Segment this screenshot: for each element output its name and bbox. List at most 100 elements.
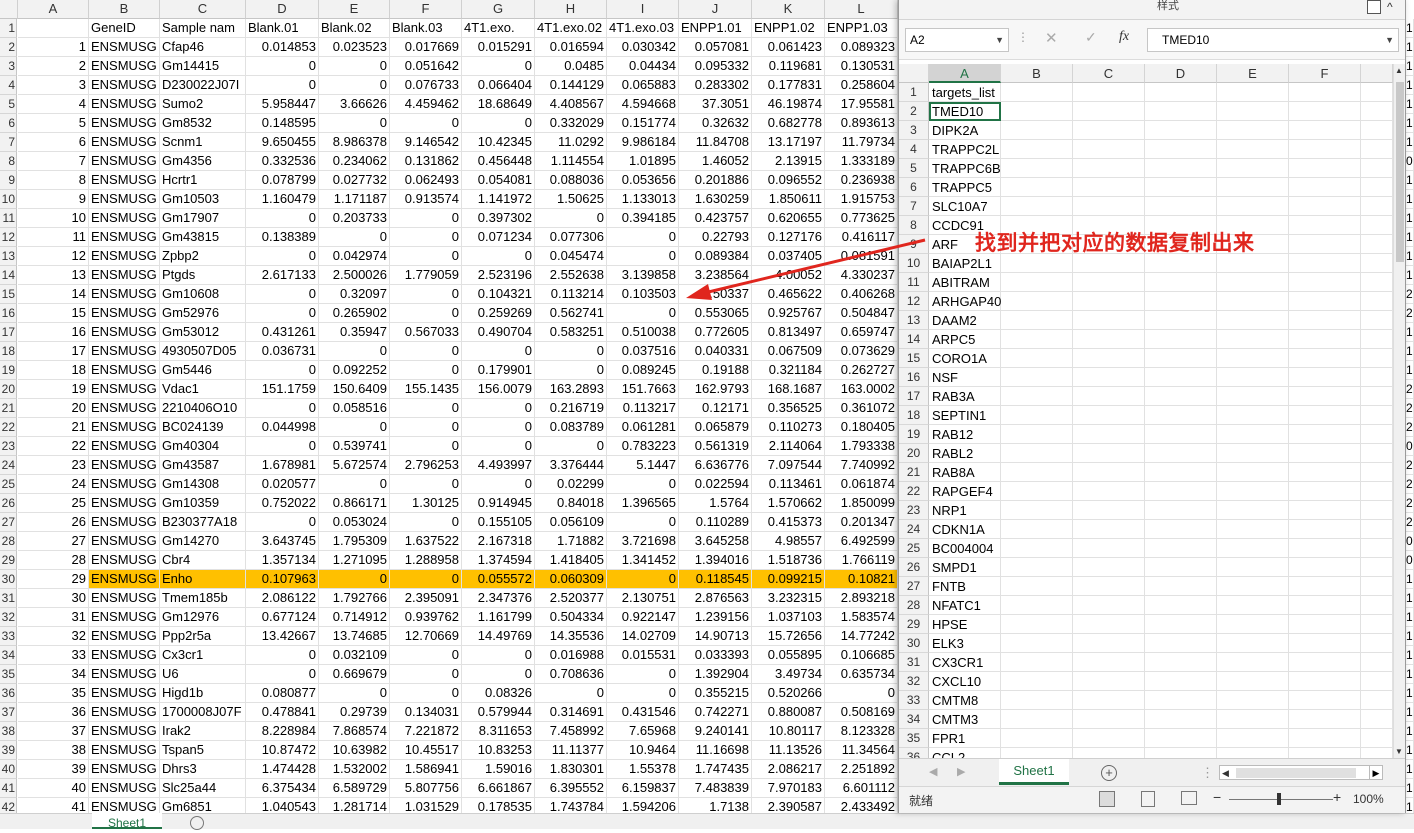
table-cell[interactable]: 37.3051 xyxy=(679,95,752,114)
table-cell[interactable]: 1.394016 xyxy=(679,551,752,570)
empty-cell[interactable] xyxy=(1361,520,1393,539)
table-cell[interactable]: 1.532002 xyxy=(319,760,390,779)
table-cell[interactable]: 0.416117 xyxy=(825,228,898,247)
table-cell[interactable]: 3.49734 xyxy=(752,665,825,684)
empty-cell[interactable] xyxy=(1289,463,1361,482)
empty-cell[interactable] xyxy=(1001,520,1073,539)
table-cell[interactable]: 11.16698 xyxy=(679,741,752,760)
table-cell[interactable]: 10 xyxy=(18,209,89,228)
empty-cell[interactable] xyxy=(1001,748,1073,758)
table-cell[interactable]: 0.056109 xyxy=(535,513,607,532)
row-header[interactable]: 11 xyxy=(0,209,17,228)
column-header-f[interactable]: F xyxy=(390,0,462,19)
table-cell[interactable]: 16 xyxy=(18,323,89,342)
column-header-h[interactable]: H xyxy=(535,0,607,19)
table-cell[interactable]: Gm8532 xyxy=(160,114,246,133)
empty-cell[interactable] xyxy=(1361,311,1393,330)
table-cell[interactable]: 22 xyxy=(18,437,89,456)
table-cell[interactable]: 10.83253 xyxy=(462,741,535,760)
table-cell[interactable]: Hcrtr1 xyxy=(160,171,246,190)
table-cell[interactable]: 1.160479 xyxy=(246,190,319,209)
empty-cell[interactable] xyxy=(1289,691,1361,710)
partial-column-m-cell[interactable]: 2 xyxy=(1406,513,1414,532)
empty-cell[interactable] xyxy=(1145,159,1217,178)
empty-cell[interactable] xyxy=(1217,330,1289,349)
table-cell[interactable]: 0 xyxy=(462,114,535,133)
table-cell[interactable]: 0.106685 xyxy=(825,646,898,665)
table-cell[interactable]: 0.015531 xyxy=(607,646,679,665)
table-cell[interactable]: Ptgds xyxy=(160,266,246,285)
table-cell[interactable]: 1.037103 xyxy=(752,608,825,627)
table-cell[interactable]: 0.073629 xyxy=(825,342,898,361)
table-cell[interactable]: 0.583251 xyxy=(535,323,607,342)
partial-column-m-cell[interactable]: 1 xyxy=(1406,361,1414,380)
partial-column-m-cell[interactable]: 1 xyxy=(1406,741,1414,760)
table-cell[interactable]: 1.678981 xyxy=(246,456,319,475)
table-cell[interactable]: 0.081591 xyxy=(825,247,898,266)
row-header[interactable]: 27 xyxy=(899,577,929,596)
empty-cell[interactable] xyxy=(1001,178,1073,197)
table-cell[interactable]: 0 xyxy=(319,684,390,703)
empty-cell[interactable] xyxy=(1073,406,1145,425)
table-cell[interactable]: 0 xyxy=(607,228,679,247)
table-cell[interactable]: 15 xyxy=(18,304,89,323)
row-header[interactable]: 6 xyxy=(0,114,17,133)
table-cell[interactable]: 9.240141 xyxy=(679,722,752,741)
table-cell[interactable]: 0.925767 xyxy=(752,304,825,323)
row-header[interactable]: 15 xyxy=(0,285,17,304)
table-cell[interactable]: 0.089323 xyxy=(825,38,898,57)
empty-cell[interactable] xyxy=(1073,615,1145,634)
empty-cell[interactable] xyxy=(1361,463,1393,482)
empty-cell[interactable] xyxy=(1145,482,1217,501)
table-cell[interactable]: 2.086122 xyxy=(246,589,319,608)
row-header[interactable]: 16 xyxy=(899,368,929,387)
empty-cell[interactable] xyxy=(1217,615,1289,634)
table-cell[interactable]: 0.19188 xyxy=(679,361,752,380)
empty-cell[interactable] xyxy=(1145,102,1217,121)
empty-cell[interactable] xyxy=(1289,615,1361,634)
table-cell[interactable]: Gm12976 xyxy=(160,608,246,627)
table-cell[interactable]: 0.423757 xyxy=(679,209,752,228)
table-cell[interactable]: 0.119681 xyxy=(752,57,825,76)
empty-cell[interactable] xyxy=(1073,444,1145,463)
table-cell[interactable]: 0.394185 xyxy=(607,209,679,228)
ribbon-checkbox[interactable] xyxy=(1367,0,1381,14)
table-cell[interactable]: 151.7663 xyxy=(607,380,679,399)
table-cell[interactable]: 0 xyxy=(319,76,390,95)
empty-cell[interactable] xyxy=(1145,349,1217,368)
table-cell[interactable]: 0.015291 xyxy=(462,38,535,57)
table-cell[interactable]: 0 xyxy=(246,76,319,95)
empty-cell[interactable] xyxy=(1001,672,1073,691)
hscroll-thumb[interactable] xyxy=(1236,768,1356,778)
target-gene-cell[interactable]: RAPGEF4 xyxy=(929,482,1001,501)
table-cell[interactable]: ENSMUSG xyxy=(89,551,160,570)
table-cell[interactable]: 0.037405 xyxy=(752,247,825,266)
table-cell[interactable]: 1.392904 xyxy=(679,665,752,684)
table-cell[interactable]: 1.779059 xyxy=(390,266,462,285)
table-cell[interactable]: 0.042974 xyxy=(319,247,390,266)
table-cell[interactable]: 0 xyxy=(535,361,607,380)
table-cell[interactable]: Gm43587 xyxy=(160,456,246,475)
row-header[interactable]: 29 xyxy=(0,551,17,570)
row-header[interactable]: 6 xyxy=(899,178,929,197)
table-cell[interactable]: ENSMUSG xyxy=(89,779,160,798)
empty-cell[interactable] xyxy=(1145,577,1217,596)
empty-cell[interactable] xyxy=(1289,235,1361,254)
table-cell[interactable]: 18 xyxy=(18,361,89,380)
table-cell[interactable]: 10.45517 xyxy=(390,741,462,760)
empty-cell[interactable] xyxy=(1073,368,1145,387)
table-cell[interactable]: 0.099215 xyxy=(752,570,825,589)
empty-cell[interactable] xyxy=(1073,121,1145,140)
empty-cell[interactable] xyxy=(1361,634,1393,653)
table-cell[interactable]: 0.10821 xyxy=(825,570,898,589)
table-cell[interactable]: 0.262727 xyxy=(825,361,898,380)
empty-cell[interactable] xyxy=(1361,121,1393,140)
partial-column-m-cell[interactable]: 2 xyxy=(1406,380,1414,399)
table-cell[interactable]: 1.474428 xyxy=(246,760,319,779)
table-cell[interactable]: 4.408567 xyxy=(535,95,607,114)
table-cell[interactable]: 0 xyxy=(390,475,462,494)
target-gene-cell[interactable]: CMTM3 xyxy=(929,710,1001,729)
table-cell[interactable]: 1.114554 xyxy=(535,152,607,171)
empty-cell[interactable] xyxy=(1217,425,1289,444)
empty-cell[interactable] xyxy=(1145,748,1217,758)
